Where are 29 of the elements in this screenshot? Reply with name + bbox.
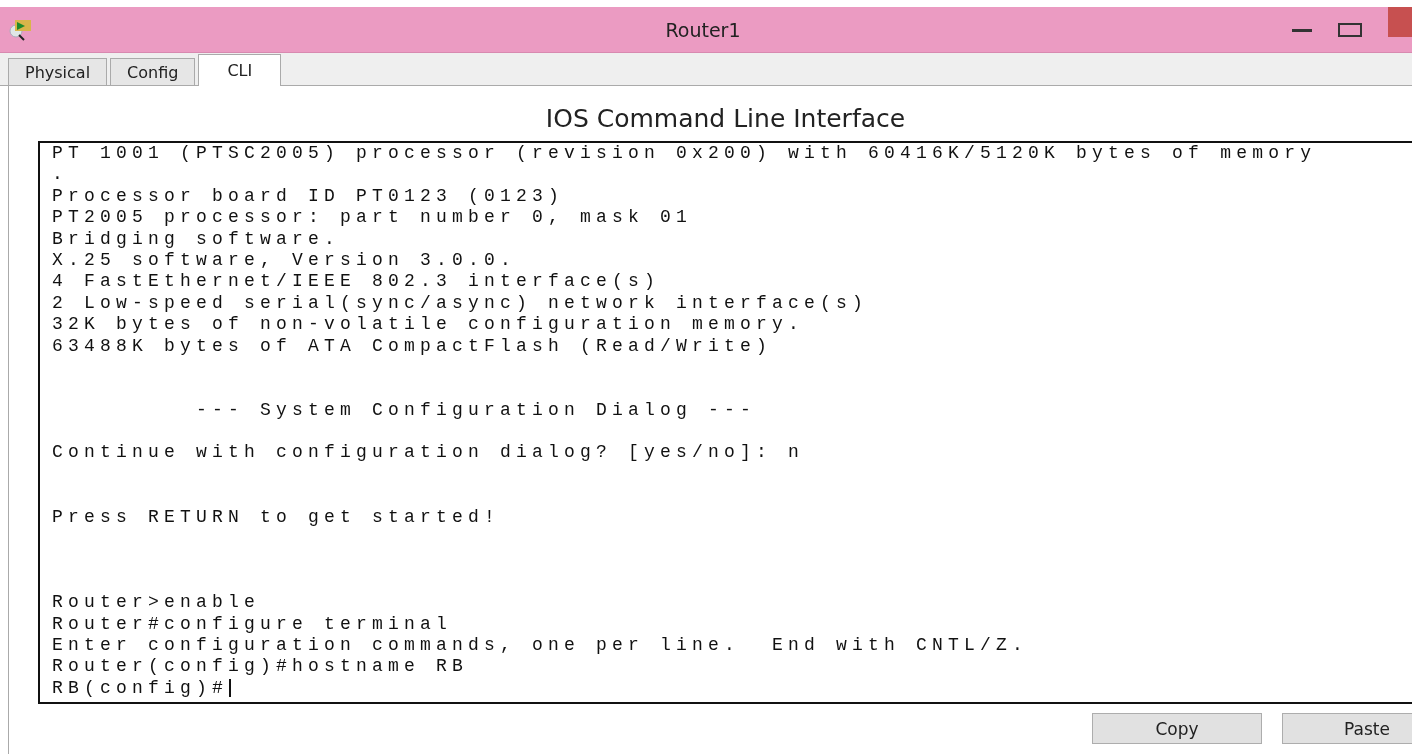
tab[interactable]: Physical [8, 58, 108, 85]
paste-button[interactable]: Paste [1282, 713, 1412, 744]
tab[interactable]: Config [110, 58, 196, 85]
terminal-line: Router(config)#hostname RB [52, 656, 470, 678]
terminal-line: Router#configure terminal [52, 613, 454, 635]
terminal-prompt: RB(config)# [52, 677, 229, 699]
terminal-line: 32K bytes of non-volatile configuration memory. [52, 314, 806, 336]
terminal-line: Press RETURN to get started! [52, 506, 502, 529]
tab[interactable]: CLI [198, 54, 282, 86]
terminal-console[interactable] [38, 141, 1412, 704]
terminal-line: Router>enable [52, 592, 262, 614]
terminal-line: Bridging software. [52, 228, 342, 250]
terminal-line: . [52, 164, 69, 186]
window-title: Router1 [664, 18, 742, 41]
terminal-line: 4 FastEthernet/IEEE 802.3 interface(s) [52, 271, 662, 293]
envelope-magnifier-icon [8, 17, 34, 42]
panel-heading: IOS Command Line Interface [544, 103, 907, 135]
terminal-line: Continue with configuration dialog? [yes/no]: n [52, 442, 806, 464]
terminal-line: Processor board ID PT0123 (0123) [52, 185, 566, 208]
text-cursor [229, 679, 232, 698]
terminal-line: X.25 software, Version 3.0.0. [52, 249, 518, 272]
terminal-line: PT2005 processor: part number 0, mask 01 [52, 207, 694, 229]
terminal-line: PT 1001 (PTSC2005) processor (revision 0x200) with 60416K/5120K bytes of memory [52, 143, 1318, 165]
maximize-icon[interactable] [1338, 22, 1362, 37]
terminal-line: --- System Configuration Dialog --- [195, 399, 758, 422]
copy-button[interactable]: Copy [1092, 713, 1262, 744]
terminal-line: 2 Low-speed serial(sync/async) network interface(s) [52, 292, 870, 315]
terminal-line: 63488K bytes of ATA CompactFlash (Read/Write) [52, 335, 774, 357]
terminal-line: Enter configuration commands, one per line. End with CNTL/Z. [52, 635, 1030, 657]
